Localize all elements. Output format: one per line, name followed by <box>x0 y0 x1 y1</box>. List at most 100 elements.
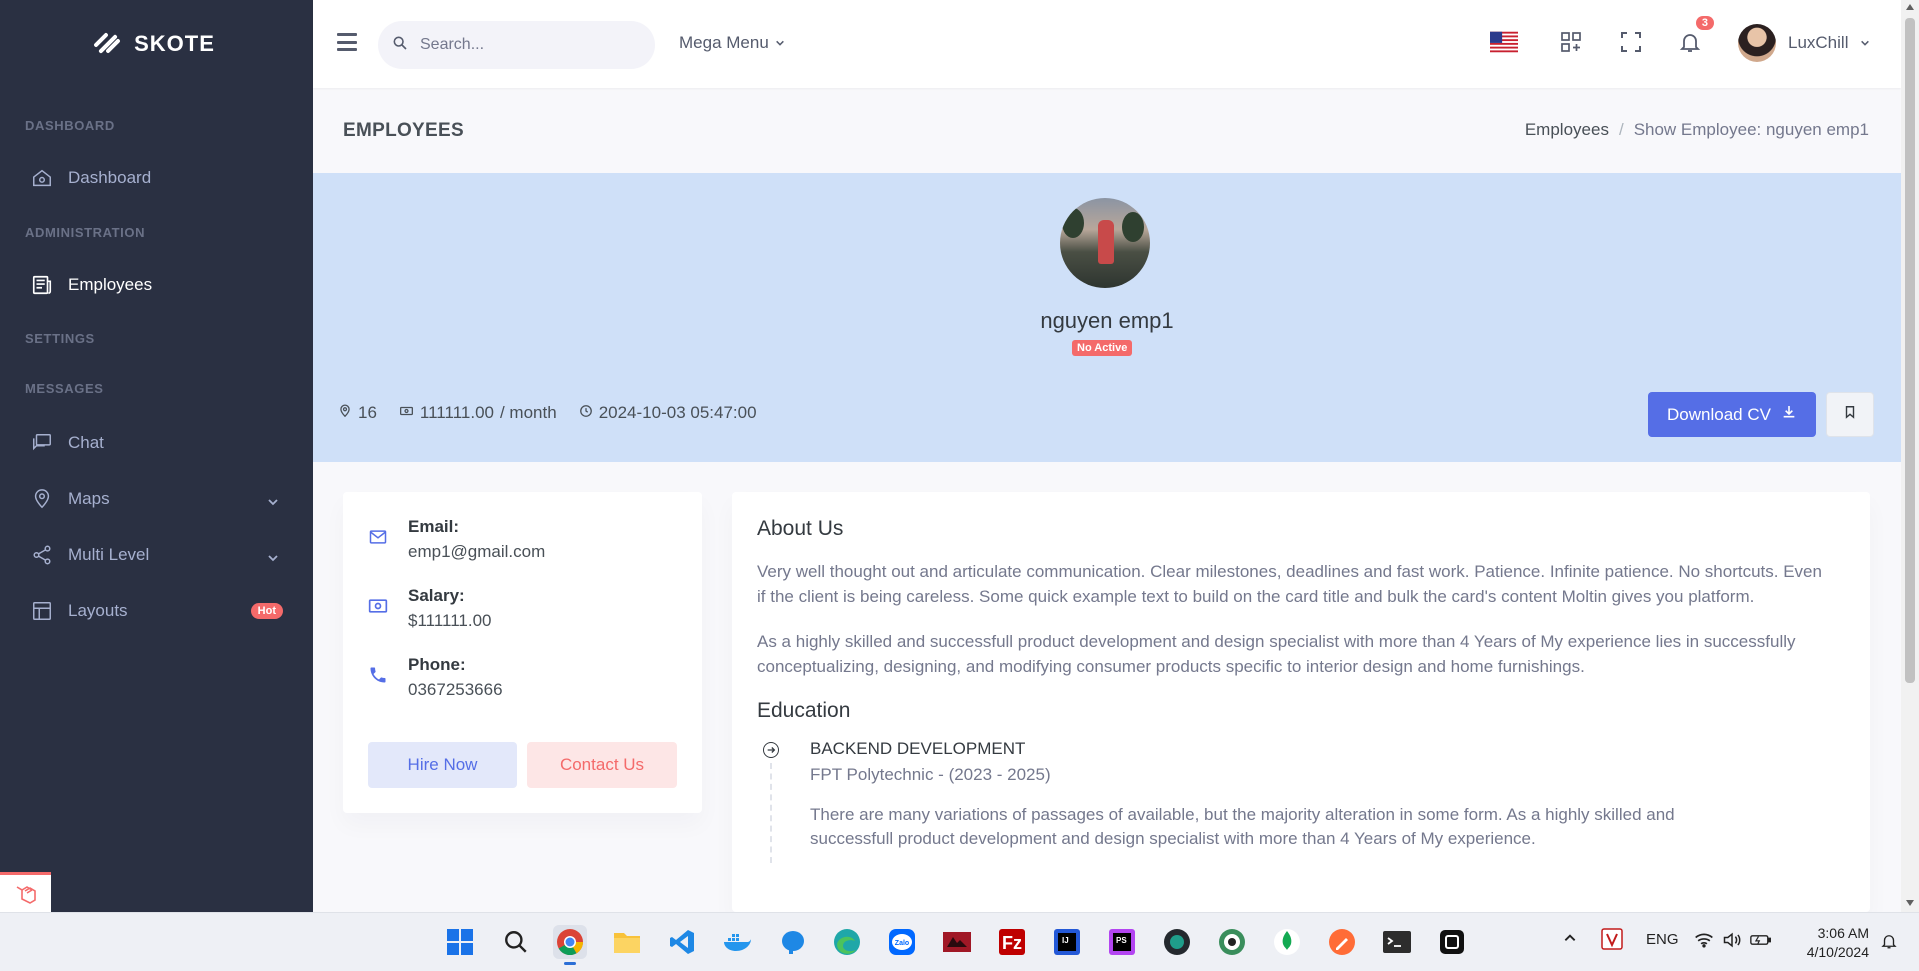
windows-start-icon[interactable] <box>443 925 477 959</box>
app-globe-icon[interactable] <box>1215 925 1249 959</box>
menu-section-administration: ADMINISTRATION <box>25 225 146 240</box>
chat-icon <box>30 431 54 455</box>
sidebar-item-dashboard[interactable]: Dashboard <box>0 150 313 206</box>
svg-text:Zalo: Zalo <box>895 940 909 947</box>
sidebar: SKOTE DASHBOARD Dashboard ADMINISTRATION… <box>0 0 313 912</box>
layout-icon <box>30 599 54 623</box>
skote-logo-icon <box>93 31 124 57</box>
vscode-icon[interactable] <box>665 925 699 959</box>
location-value: 16 <box>358 403 377 422</box>
notification-count-badge: 3 <box>1695 16 1714 30</box>
sidebar-item-label: Maps <box>68 489 110 508</box>
salary-meta: 111111.00 / month <box>399 403 557 423</box>
clock-time: 3:06 AM <box>1817 925 1869 941</box>
scroll-up-arrow-icon[interactable] <box>1906 4 1914 10</box>
laravel-debugbar-icon[interactable] <box>0 872 51 912</box>
mega-menu-dropdown[interactable]: Mega Menu <box>679 33 785 53</box>
about-title: About Us <box>757 517 844 540</box>
share-icon <box>30 543 54 567</box>
education-title: Education <box>757 699 851 722</box>
terminal-icon[interactable] <box>1380 925 1414 959</box>
system-clock[interactable]: 3:06 AM 4/10/2024 <box>1797 924 1869 962</box>
avatar <box>1738 24 1776 62</box>
app-black-icon[interactable] <box>1435 925 1469 959</box>
breadcrumb-employees-link[interactable]: Employees <box>1525 120 1609 140</box>
search-icon <box>392 35 408 56</box>
hire-now-button[interactable]: Hire Now <box>368 742 517 788</box>
sidebar-item-multi-level[interactable]: Multi Level <box>0 527 313 583</box>
download-icon <box>1781 404 1797 425</box>
scrollbar-thumb[interactable] <box>1905 18 1915 683</box>
bookmark-button[interactable] <box>1826 392 1874 437</box>
filezilla-icon[interactable]: Fz <box>995 925 1029 959</box>
salary-label: Salary: <box>408 586 465 605</box>
svg-text:Fz: Fz <box>1002 933 1022 953</box>
status-badge: No Active <box>1072 340 1133 356</box>
location-meta: 16 <box>338 403 377 423</box>
postman-icon[interactable] <box>1325 925 1359 959</box>
tray-app-icon[interactable] <box>1600 927 1624 955</box>
search-icon[interactable] <box>499 925 533 959</box>
updated-date: 2024-10-03 05:47:00 <box>598 403 757 422</box>
arrow-circle-icon <box>763 742 779 758</box>
chrome-icon[interactable] <box>553 925 587 965</box>
education-school: FPT Polytechnic - (2023 - 2025) <box>810 765 1051 784</box>
salary-unit: / month <box>499 403 557 422</box>
zalo-icon[interactable]: Zalo <box>885 925 919 959</box>
svg-text:PS: PS <box>1116 936 1127 945</box>
notification-bell-icon[interactable] <box>1880 932 1898 954</box>
phone-value: 0367253666 <box>408 680 503 699</box>
phone-label: Phone: <box>408 655 466 674</box>
download-cv-button[interactable]: Download CV <box>1648 392 1816 437</box>
phpstorm-icon[interactable]: PS <box>1105 925 1139 959</box>
tray-chevron-up-icon[interactable] <box>1563 931 1577 949</box>
user-menu[interactable]: LuxChill <box>1738 24 1870 62</box>
contact-us-button[interactable]: Contact Us <box>527 742 677 788</box>
docker-icon[interactable] <box>720 925 754 959</box>
sidebar-item-employees[interactable]: Employees <box>0 257 313 313</box>
volume-icon[interactable] <box>1722 932 1742 952</box>
education-degree: BACKEND DEVELOPMENT <box>810 739 1026 758</box>
sidebar-item-label: Chat <box>68 433 104 452</box>
app-red-icon[interactable] <box>940 925 974 959</box>
file-explorer-icon[interactable] <box>610 925 644 959</box>
language-indicator[interactable]: ENG <box>1646 931 1679 948</box>
sidebar-item-chat[interactable]: Chat <box>0 415 313 471</box>
email-row: Email: emp1@gmail.com <box>368 517 545 562</box>
page-scrollbar[interactable] <box>1901 0 1919 912</box>
menu-toggle-icon[interactable] <box>337 33 357 51</box>
about-paragraph-1: Very well thought out and articulate com… <box>757 562 1822 606</box>
chevron-down-icon <box>775 33 785 53</box>
search-input[interactable] <box>420 36 620 54</box>
github-desktop-icon[interactable] <box>1160 925 1194 959</box>
mongodb-icon[interactable] <box>1270 925 1304 959</box>
page-title: EMPLOYEES <box>343 120 464 141</box>
intellij-icon[interactable]: IJ <box>1050 925 1084 959</box>
clock-icon <box>579 403 593 423</box>
clock-date: 4/10/2024 <box>1806 944 1869 960</box>
user-name: LuxChill <box>1788 33 1849 52</box>
fullscreen-icon[interactable] <box>1617 28 1645 56</box>
breadcrumb-current: Show Employee: nguyen emp1 <box>1633 120 1869 139</box>
employee-name: nguyen emp1 <box>1040 308 1174 333</box>
edge-icon[interactable] <box>830 925 864 959</box>
notification-bell-icon[interactable]: 3 <box>1676 16 1714 56</box>
home-icon <box>30 166 54 190</box>
elephant-icon[interactable] <box>776 925 810 959</box>
map-pin-icon <box>30 487 54 511</box>
battery-icon[interactable] <box>1750 932 1772 952</box>
apps-grid-icon[interactable] <box>1557 28 1585 56</box>
breadcrumb: Employees / Show Employee: nguyen emp1 <box>1525 120 1869 140</box>
contact-card: Email: emp1@gmail.com Salary: $111111.00… <box>343 492 702 813</box>
sidebar-item-label: Layouts <box>68 601 128 620</box>
brand-logo[interactable]: SKOTE <box>0 0 313 88</box>
profile-avatar <box>1060 198 1150 288</box>
money-icon <box>399 403 414 423</box>
scroll-down-arrow-icon[interactable] <box>1906 900 1914 906</box>
sidebar-item-label: Dashboard <box>68 168 152 187</box>
sidebar-item-layouts[interactable]: Layouts Hot <box>0 583 313 639</box>
breadcrumb-separator: / <box>1618 120 1624 139</box>
wifi-icon[interactable] <box>1694 932 1714 952</box>
sidebar-item-maps[interactable]: Maps <box>0 471 313 527</box>
us-flag-icon[interactable] <box>1490 28 1518 56</box>
